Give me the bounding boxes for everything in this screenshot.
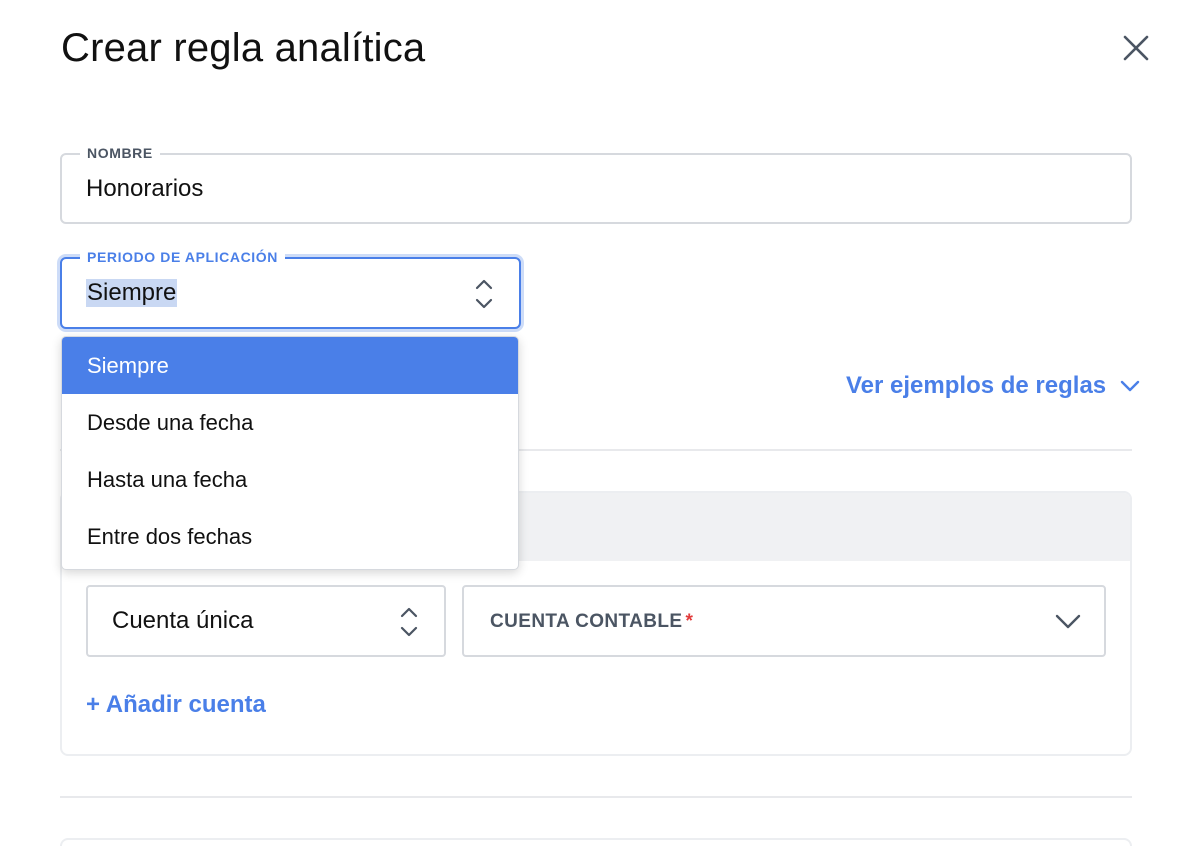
nombre-label: NOMBRE (80, 144, 160, 162)
chevron-up-down-icon (400, 607, 418, 637)
next-section-panel (60, 838, 1132, 846)
dialog-title: Crear regla analítica (61, 26, 426, 70)
periodo-select[interactable]: PERIODO DE APLICACIÓN Siempre (60, 248, 521, 329)
cuenta-contable-select[interactable]: CUENTA CONTABLE * (462, 585, 1106, 657)
option-hasta-una-fecha[interactable]: Hasta una fecha (62, 451, 518, 508)
ver-ejemplos-label: Ver ejemplos de reglas (846, 372, 1107, 399)
close-button[interactable] (1116, 28, 1156, 68)
periodo-selected-value: Siempre (86, 279, 178, 307)
cuenta-tipo-value: Cuenta única (112, 607, 254, 634)
option-entre-dos-fechas[interactable]: Entre dos fechas (62, 508, 518, 565)
periodo-label: PERIODO DE APLICACIÓN (80, 248, 285, 266)
ver-ejemplos-link[interactable]: Ver ejemplos de reglas (846, 372, 1140, 400)
cuenta-tipo-select[interactable]: Cuenta única (86, 585, 446, 657)
option-siempre[interactable]: Siempre (62, 337, 518, 394)
cuenta-contable-label: CUENTA CONTABLE * (490, 611, 694, 632)
add-account-link[interactable]: + Añadir cuenta (86, 691, 266, 719)
section-divider (60, 796, 1132, 798)
close-icon (1123, 35, 1149, 61)
option-desde-una-fecha[interactable]: Desde una fecha (62, 394, 518, 451)
nombre-field[interactable]: NOMBRE Honorarios (60, 144, 1132, 224)
chevron-up-down-icon (475, 279, 493, 309)
chevron-down-icon (1120, 380, 1140, 392)
nombre-input[interactable]: Honorarios (86, 175, 203, 203)
periodo-dropdown-menu: Siempre Desde una fecha Hasta una fecha … (61, 336, 519, 570)
required-mark: * (685, 611, 694, 632)
chevron-down-icon (1055, 614, 1081, 629)
